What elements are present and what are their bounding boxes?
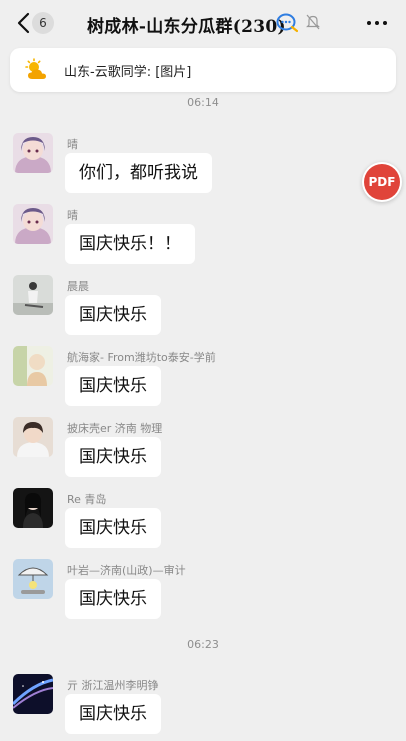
avatar[interactable]: [13, 133, 53, 173]
avatar[interactable]: [13, 417, 53, 457]
group-chat-icon[interactable]: [276, 13, 298, 33]
message-bubble[interactable]: 国庆快乐: [65, 295, 161, 335]
sender-name: 叶岩—济南(山政)—审计: [67, 564, 186, 577]
sender-name: Re 青岛: [67, 493, 107, 506]
mute-bell-icon[interactable]: [306, 14, 320, 30]
message-item: 晨晨 国庆快乐: [0, 275, 406, 345]
sender-name: 晨晨: [67, 280, 89, 293]
message-item: 亓 浙江温州李明铮 国庆快乐: [0, 674, 406, 741]
message-bubble[interactable]: 国庆快乐: [65, 579, 161, 619]
chat-title: 树成林-山东分瓜群(230): [87, 17, 286, 37]
message-item: 航海家- From潍坊to泰安-学前 国庆快乐: [0, 346, 406, 416]
avatar[interactable]: [13, 674, 53, 714]
sender-name: 晴: [67, 209, 78, 222]
avatar[interactable]: [13, 346, 53, 386]
message-bubble[interactable]: 国庆快乐: [65, 694, 161, 734]
banner-text: 山东-云歌同学: [图片]: [64, 65, 192, 80]
message-item: Re 青岛 国庆快乐: [0, 488, 406, 558]
message-item: 晴 你们，都听我说: [0, 133, 406, 203]
unread-count-badge[interactable]: 6: [32, 12, 54, 34]
message-item: 晴 国庆快乐！！: [0, 204, 406, 274]
avatar[interactable]: [13, 488, 53, 528]
time-divider-partial: 06:14: [187, 96, 219, 109]
sender-name: 航海家- From潍坊to泰安-学前: [67, 351, 216, 364]
message-bubble[interactable]: 国庆快乐！！: [65, 224, 195, 264]
avatar[interactable]: [13, 559, 53, 599]
message-bubble[interactable]: 国庆快乐: [65, 437, 161, 477]
latest-message-banner[interactable]: 山东-云歌同学: [图片]: [10, 48, 396, 92]
message-item: 叶岩—济南(山政)—审计 国庆快乐: [0, 559, 406, 629]
weather-sun-icon: [25, 58, 46, 79]
time-divider: 06:23: [187, 638, 219, 651]
more-options-icon[interactable]: [366, 20, 388, 26]
message-bubble[interactable]: 国庆快乐: [65, 508, 161, 548]
message-bubble[interactable]: 国庆快乐: [65, 366, 161, 406]
sender-name: 晴: [67, 138, 78, 151]
chat-header: 6 树成林-山东分瓜群(230): [0, 0, 406, 46]
sender-name: 亓 浙江温州李明铮: [67, 679, 159, 692]
avatar[interactable]: [13, 204, 53, 244]
sender-name: 披床壳er 济南 物理: [67, 422, 163, 435]
avatar[interactable]: [13, 275, 53, 315]
message-item: 披床壳er 济南 物理 国庆快乐: [0, 417, 406, 487]
message-bubble[interactable]: 你们，都听我说: [65, 153, 212, 193]
